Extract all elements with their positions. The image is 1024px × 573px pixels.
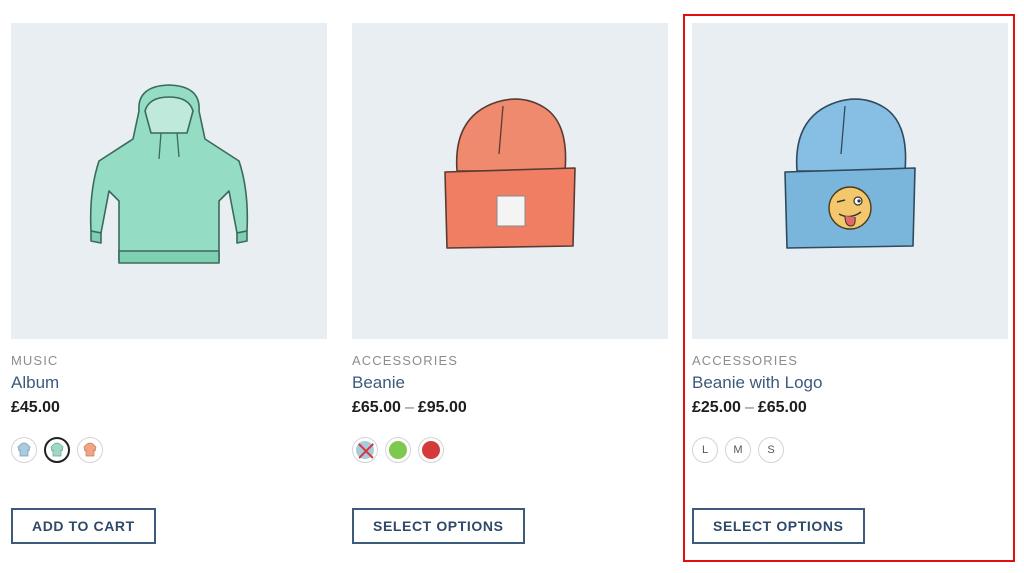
swatch-hoodie-orange[interactable] bbox=[77, 437, 103, 463]
product-title[interactable]: Beanie bbox=[352, 373, 668, 393]
swatch-hoodie-blue[interactable] bbox=[11, 437, 37, 463]
product-image-beanie-with-logo[interactable] bbox=[692, 23, 1008, 339]
price-low: £25.00 bbox=[692, 399, 741, 416]
emoji-logo-icon bbox=[828, 186, 872, 230]
price-high: £95.00 bbox=[417, 399, 467, 416]
price-separator: – bbox=[404, 399, 414, 416]
hoodie-green-icon bbox=[50, 442, 64, 457]
hoodie-orange-icon bbox=[83, 442, 97, 457]
swatch-hoodie-green[interactable] bbox=[44, 437, 70, 463]
size-swatches: L M S bbox=[692, 437, 784, 463]
beanie-blue-image bbox=[784, 98, 916, 249]
color-swatches bbox=[352, 437, 444, 463]
size-option-m[interactable]: M bbox=[725, 437, 751, 463]
product-card-album: MUSIC Album £45.00 ADD TO CART bbox=[11, 23, 327, 544]
select-options-button[interactable]: SELECT OPTIONS bbox=[352, 508, 525, 544]
size-option-l[interactable]: L bbox=[692, 437, 718, 463]
beanie-orange-image bbox=[444, 98, 576, 249]
product-category: ACCESSORIES bbox=[352, 353, 459, 368]
price-separator: – bbox=[744, 399, 754, 416]
size-option-s[interactable]: S bbox=[758, 437, 784, 463]
price-low: £65.00 bbox=[352, 399, 401, 416]
hoodie-image bbox=[89, 84, 249, 264]
product-price: £45.00 bbox=[11, 399, 60, 416]
product-title[interactable]: Beanie with Logo bbox=[692, 373, 1008, 393]
select-options-button[interactable]: SELECT OPTIONS bbox=[692, 508, 865, 544]
product-price: £25.00– £65.00 bbox=[692, 399, 1008, 417]
product-price: £65.00– £95.00 bbox=[352, 399, 668, 417]
product-category: MUSIC bbox=[11, 353, 59, 368]
product-category: ACCESSORIES bbox=[692, 353, 799, 368]
swatch-green[interactable] bbox=[385, 437, 411, 463]
swatch-color-red bbox=[422, 441, 440, 459]
hoodie-blue-icon bbox=[17, 442, 31, 457]
product-image-album[interactable] bbox=[11, 23, 327, 339]
product-image-beanie[interactable] bbox=[352, 23, 668, 339]
swatch-red[interactable] bbox=[418, 437, 444, 463]
swatch-color-blue bbox=[356, 441, 374, 459]
product-card-beanie: ACCESSORIES Beanie £65.00– £95.00 SELECT … bbox=[352, 23, 668, 544]
product-title[interactable]: Album bbox=[11, 373, 327, 393]
color-swatches bbox=[11, 437, 103, 463]
swatch-color-green bbox=[389, 441, 407, 459]
product-card-beanie-with-logo: ACCESSORIES Beanie with Logo £25.00– £65.… bbox=[692, 23, 1008, 544]
add-to-cart-button[interactable]: ADD TO CART bbox=[11, 508, 156, 544]
swatch-blue-unavailable[interactable] bbox=[352, 437, 378, 463]
price-high: £65.00 bbox=[757, 399, 807, 416]
